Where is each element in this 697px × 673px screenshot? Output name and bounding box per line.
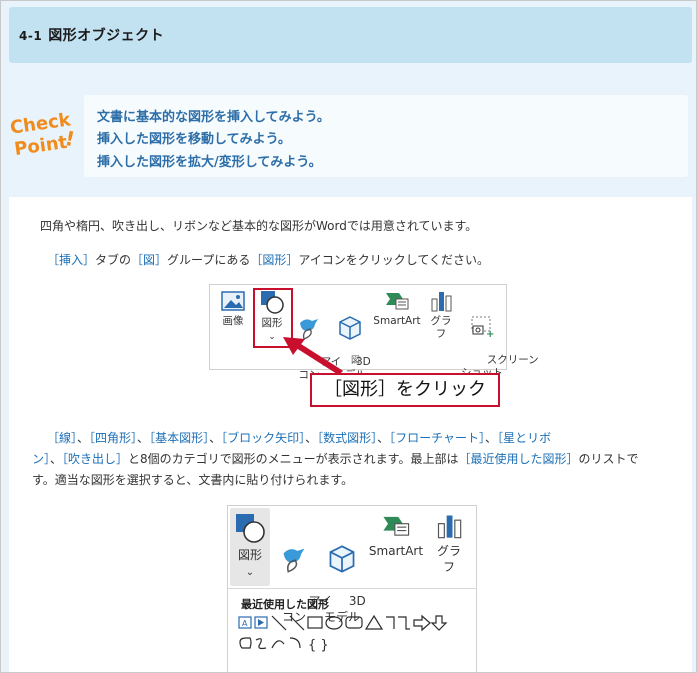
picture-icon [221,291,245,311]
ribbon-button-chart[interactable]: グラフ [432,512,466,575]
right-arrow-shape-icon [413,614,431,632]
ribbon-illustrations-group: 画像 図形 ⌄ アイ コン 3D モデル SmartArt グラフ [209,284,539,381]
shapes-dropdown-screenshot: 図形 ⌄ アイ コン 3D モデル SmartArt グラフ 最近使用した図形 [227,505,477,672]
text-seg: アイコンをクリックしてください。 [298,253,490,267]
ribbon-button-label: SmartArt [373,315,421,327]
paragraph-categories-line3: す。適当な図形を選択すると、文書内に貼り付けられます。 [32,473,354,487]
svg-text:A: A [242,619,248,628]
paragraph-intro: 四角や楕円、吹き出し、リボンなど基本的な図形がWordでは用意されています。 [40,219,478,233]
ribbon-button-smartart[interactable]: SmartArt [372,289,422,328]
ribbon-button-label: グラフ [436,544,461,574]
cube-icon [329,545,355,573]
text-seg: 、 [137,431,150,445]
ribbon-button-label: 画像 [222,315,244,327]
vertical-textbox-shape-icon [254,616,268,629]
elbow-connector-shape-icon [386,616,395,629]
ribbon-button-label: グラフ [430,315,452,340]
section-header: 4-1 図形オブジェクト [9,7,692,63]
line-shape-icon [271,615,287,631]
textbox-shape-icon: A [238,616,252,629]
ribbon-button-smartart[interactable]: SmartArt [366,512,426,559]
keyword-category: ［四角形］ [89,431,138,445]
elbow-arrow-connector-shape-icon [398,616,410,630]
text-seg: 、 [77,431,90,445]
text-seg: 、 [50,452,63,466]
freeform-shape-icon [239,637,252,649]
text-seg: 、 [305,431,318,445]
screenshot-icon: + [471,316,494,339]
curve-shape-icon [289,637,301,649]
checkpoint-box: 文書に基本的な図形を挿入してみよう。 挿入した図形を移動してみよう。 挿入した図… [84,95,688,177]
keyword-category: ［星とリボ [497,431,552,445]
section-title: 4-1 図形オブジェクト [19,25,164,45]
page-frame: 4-1 図形オブジェクト Check Point ! 文書に基本的な図形を挿入して… [0,0,697,673]
text-seg: のリストで [578,452,639,466]
paragraph-categories-line1: ［線］、［四角形］、［基本図形］、［ブロック矢印］、［数式図形］、［フローチャー… [47,428,551,449]
paragraph-categories-line2: ン］、［吹き出し］と8個のカテゴリで図形のメニューが表示されます。最上部は［最近… [32,449,639,470]
down-arrow-shape-icon [430,615,448,631]
rectangle-shape-icon [307,616,323,629]
keyword-category: ［線］ [47,431,78,445]
ribbon-button-pictures[interactable]: 画像 [216,289,250,328]
text-seg: 、 [377,431,390,445]
main-content: 四角や楕円、吹き出し、リボンなど基本的な図形がWordでは用意されています。 ［… [9,197,692,672]
keyword-category: ［フローチャート］ [389,431,486,445]
kw-figure-group: ［図］ [131,253,168,267]
checkpoint-item: 挿入した図形を移動してみよう。 [97,132,291,147]
recent-shapes-gallery[interactable]: A { } [238,614,474,658]
shapes-icon [236,514,265,543]
ribbon-button-label: SmartArt [368,544,424,558]
bird-leaf-icon [283,548,305,573]
brace-pair-shape-icon: { } [308,638,329,653]
arrow-line-shape-icon [289,615,305,631]
callout-click-shapes: ［図形］をクリック [310,373,500,407]
text-seg: 、 [485,431,498,445]
text-seg: タブの [95,253,132,267]
checkpoint-item: 文書に基本的な図形を挿入してみよう。 [97,110,330,125]
arc-shape-icon [271,640,285,649]
ribbon-button-chart[interactable]: グラフ [426,289,456,341]
check-point-logo: Check Point ! [9,109,77,160]
kw-insert-tab: ［挿入］ [47,253,96,267]
svg-text:+: + [486,329,494,339]
bar-chart-icon [431,292,452,312]
section-title-text: 図形オブジェクト [48,28,165,44]
rounded-rectangle-shape-icon [345,616,363,629]
dropdown-separator [228,588,476,589]
keyword-category: ［最近使用した図形］ [458,452,579,466]
ribbon-button-shapes[interactable]: 図形 ⌄ [232,512,268,581]
text-seg: 、 [209,431,222,445]
keyword-category: ［数式図形］ [317,431,378,445]
text-seg: と8個のカテゴリで図形のメニューが表示されます。最上部は [128,452,459,466]
smartart-icon [386,293,409,310]
keyword-category: ［基本図形］ [149,431,210,445]
chevron-down-icon: ⌄ [245,567,255,578]
kw-shapes-icon: ［図形］ [250,253,299,267]
keyword-category: ［ブロック矢印］ [221,431,306,445]
keyword-category: ン］ [32,452,51,466]
bar-chart-icon [437,515,462,539]
ribbon-group-label: 図 [351,356,361,366]
paragraph-instruction: ［挿入］タブの［図］グループにある［図形］アイコンをクリックしてください。 [47,250,489,271]
text-seg: グループにある [167,253,251,267]
checkpoint-item: 挿入した図形を拡大/変形してみよう。 [97,155,322,170]
section-number: 4-1 [19,29,43,43]
recent-shapes-heading: 最近使用した図形 [241,598,329,611]
keyword-category: ［吹き出し］ [62,452,129,466]
scribble-shape-icon [255,638,267,650]
ribbon-button-label: 図形 [237,548,262,562]
smartart-icon [383,516,410,536]
oval-shape-icon [325,616,343,630]
triangle-shape-icon [364,614,384,630]
